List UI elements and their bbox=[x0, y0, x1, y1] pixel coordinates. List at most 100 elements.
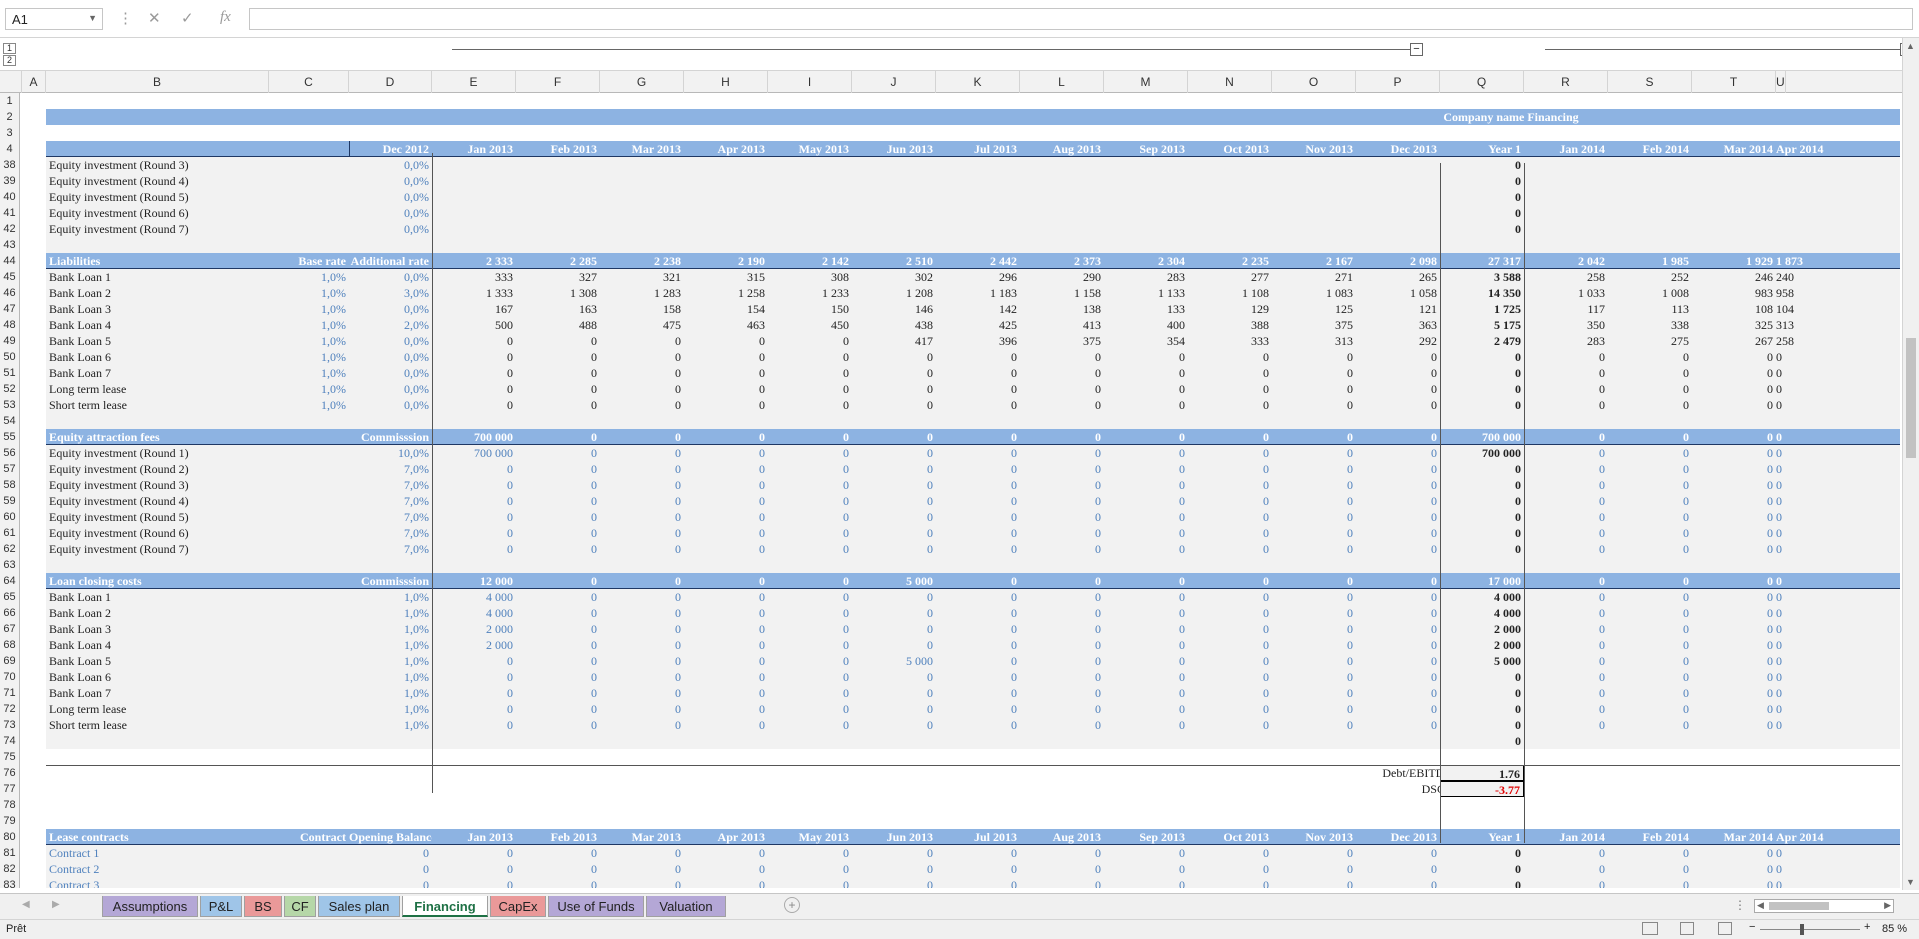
value-cell[interactable]: 0 bbox=[1356, 861, 1440, 877]
value-cell[interactable]: 0 bbox=[1188, 845, 1272, 861]
total-cell[interactable]: 2 142 bbox=[768, 253, 852, 269]
value-cell[interactable]: 308 bbox=[768, 269, 852, 285]
value-cell[interactable]: 0 bbox=[1776, 701, 1785, 717]
value-cell[interactable]: 0 bbox=[600, 877, 684, 888]
commission-rate[interactable]: 1,0% bbox=[349, 589, 432, 605]
value-cell[interactable]: 0 bbox=[936, 605, 1020, 621]
value-cell[interactable]: 0 bbox=[1440, 541, 1524, 557]
value-cell[interactable]: 0 bbox=[1020, 381, 1104, 397]
row-number[interactable]: 41 bbox=[0, 205, 20, 221]
value-cell[interactable]: 0 bbox=[1020, 653, 1104, 669]
value-cell[interactable]: 0 bbox=[936, 589, 1020, 605]
value-cell[interactable]: 0 bbox=[768, 717, 852, 733]
value-cell[interactable]: 0 bbox=[1692, 461, 1776, 477]
col-header-i[interactable]: I bbox=[768, 71, 852, 93]
value-cell[interactable]: 125 bbox=[1272, 301, 1356, 317]
value-cell[interactable]: 0 bbox=[936, 637, 1020, 653]
total-cell[interactable]: 1 985 bbox=[1608, 253, 1692, 269]
row-number[interactable]: 51 bbox=[0, 365, 20, 381]
month-header[interactable]: Jan 2013 bbox=[432, 829, 516, 845]
col-header-b[interactable]: B bbox=[46, 71, 269, 93]
value-cell[interactable]: 0 bbox=[768, 509, 852, 525]
total-cell[interactable]: 2 235 bbox=[1188, 253, 1272, 269]
value-cell[interactable]: 0 bbox=[1692, 685, 1776, 701]
commission-rate[interactable]: 1,0% bbox=[349, 637, 432, 653]
value-cell[interactable]: 0 bbox=[1692, 701, 1776, 717]
scroll-left-icon[interactable]: ◀ bbox=[1757, 900, 1764, 911]
col-header-j[interactable]: J bbox=[852, 71, 936, 93]
value-cell[interactable]: 0 bbox=[600, 669, 684, 685]
year-total[interactable]: 0 bbox=[1440, 173, 1524, 189]
row-label[interactable]: Equity investment (Round 4) bbox=[49, 173, 269, 189]
row-label[interactable]: Bank Loan 2 bbox=[49, 605, 269, 621]
value-cell[interactable]: 0 bbox=[1776, 381, 1785, 397]
row-number[interactable]: 64 bbox=[0, 573, 20, 589]
value-cell[interactable]: 0 bbox=[1020, 509, 1104, 525]
value-cell[interactable]: 142 bbox=[936, 301, 1020, 317]
value-cell[interactable]: 0 bbox=[1776, 365, 1785, 381]
row-label[interactable]: Equity investment (Round 3) bbox=[49, 157, 269, 173]
value-cell[interactable]: 0 bbox=[1692, 877, 1776, 888]
value-cell[interactable]: 0 bbox=[432, 861, 516, 877]
value-cell[interactable]: 0 bbox=[1356, 877, 1440, 888]
value-cell[interactable]: 113 bbox=[1608, 301, 1692, 317]
row-label[interactable]: Liabilities bbox=[49, 253, 269, 269]
sheet-tab[interactable]: Valuation bbox=[646, 896, 726, 917]
rate-header[interactable]: Commisssion bbox=[349, 429, 432, 445]
row-label[interactable]: Equity investment (Round 6) bbox=[49, 205, 269, 221]
value-cell[interactable]: 0 bbox=[936, 685, 1020, 701]
value-cell[interactable]: 0 bbox=[1608, 621, 1692, 637]
month-header[interactable]: Aug 2013 bbox=[1020, 829, 1104, 845]
total-cell[interactable]: 1 929 bbox=[1692, 253, 1776, 269]
value-cell[interactable]: 1 183 bbox=[936, 285, 1020, 301]
rate-cell[interactable]: 0,0% bbox=[349, 189, 432, 205]
col-header-s[interactable]: S bbox=[1608, 71, 1692, 93]
value-cell[interactable]: 0 bbox=[600, 461, 684, 477]
row-number[interactable]: 39 bbox=[0, 173, 20, 189]
outline-level-2-button[interactable]: 2 bbox=[3, 55, 16, 66]
month-header[interactable]: Mar 2014 bbox=[1692, 141, 1776, 157]
opening-balance[interactable]: 0 bbox=[349, 861, 432, 877]
value-cell[interactable]: 0 bbox=[1776, 509, 1785, 525]
value-cell[interactable]: 0 bbox=[600, 509, 684, 525]
value-cell[interactable]: 0 bbox=[768, 525, 852, 541]
row-number[interactable]: 45 bbox=[0, 269, 20, 285]
value-cell[interactable]: 0 bbox=[1524, 461, 1608, 477]
value-cell[interactable]: 0 bbox=[1272, 589, 1356, 605]
value-cell[interactable]: 0 bbox=[1188, 621, 1272, 637]
value-cell[interactable]: 2 000 bbox=[432, 637, 516, 653]
row-number[interactable]: 82 bbox=[0, 861, 20, 877]
value-cell[interactable]: 0 bbox=[1272, 877, 1356, 888]
value-cell[interactable]: 0 bbox=[1524, 717, 1608, 733]
month-header[interactable]: Sep 2013 bbox=[1104, 829, 1188, 845]
prev-sheet-icon[interactable]: ◀ bbox=[22, 899, 30, 910]
row-number[interactable]: 71 bbox=[0, 685, 20, 701]
value-cell[interactable]: 375 bbox=[1272, 317, 1356, 333]
value-cell[interactable]: 0 bbox=[432, 477, 516, 493]
opening-balance[interactable]: 0 bbox=[349, 877, 432, 888]
value-cell[interactable]: 488 bbox=[516, 317, 600, 333]
value-cell[interactable]: 0 bbox=[1272, 509, 1356, 525]
value-cell[interactable]: 0 bbox=[684, 397, 768, 413]
row-number[interactable]: 77 bbox=[0, 781, 20, 797]
value-cell[interactable]: 0 bbox=[516, 493, 600, 509]
value-cell[interactable]: 0 bbox=[600, 637, 684, 653]
month-header[interactable]: Dec 2013 bbox=[1356, 141, 1440, 157]
value-cell[interactable]: 0 bbox=[768, 653, 852, 669]
value-cell[interactable]: 0 bbox=[600, 381, 684, 397]
value-cell[interactable]: 0 bbox=[1356, 621, 1440, 637]
value-cell[interactable]: 0 bbox=[852, 669, 936, 685]
value-cell[interactable]: 0 bbox=[516, 637, 600, 653]
zoom-thumb[interactable] bbox=[1800, 924, 1804, 935]
value-cell[interactable]: 0 bbox=[1608, 541, 1692, 557]
value-cell[interactable]: 246 bbox=[1692, 269, 1776, 285]
value-cell[interactable]: 0 bbox=[1020, 461, 1104, 477]
value-cell[interactable]: 154 bbox=[684, 301, 768, 317]
value-cell[interactable]: 292 bbox=[1356, 333, 1440, 349]
row-number[interactable]: 38 bbox=[0, 157, 20, 173]
row-label[interactable]: Short term lease bbox=[49, 397, 269, 413]
value-cell[interactable]: 0 bbox=[768, 397, 852, 413]
value-cell[interactable]: 0 bbox=[1524, 637, 1608, 653]
value-cell[interactable]: 0 bbox=[852, 861, 936, 877]
commission-rate[interactable]: 7,0% bbox=[349, 461, 432, 477]
